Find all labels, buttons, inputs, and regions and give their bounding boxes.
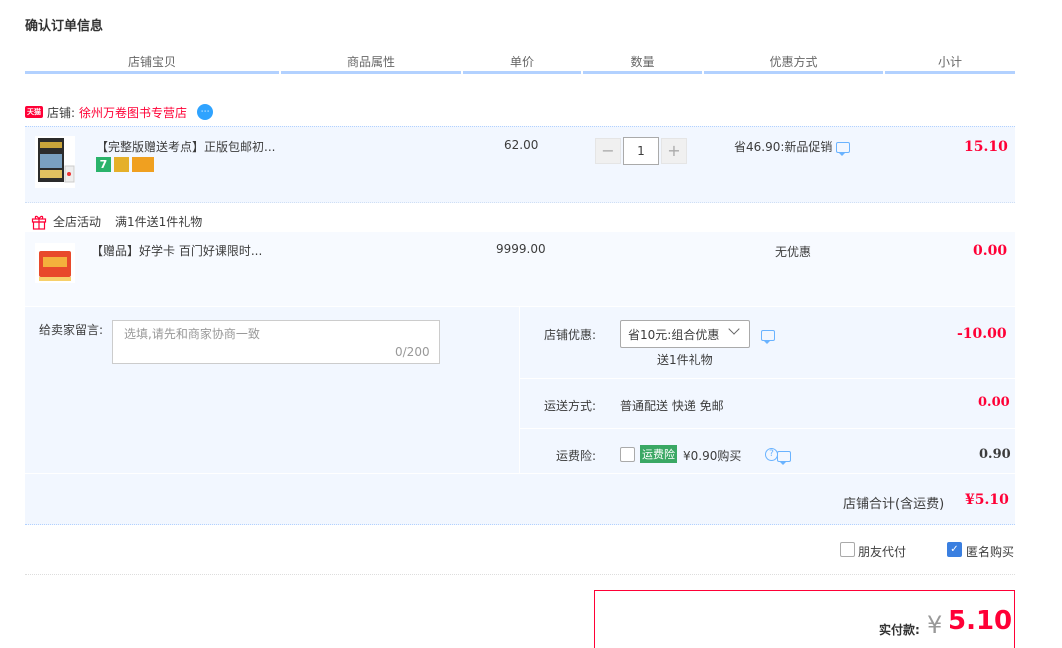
panel-divider bbox=[25, 473, 1015, 474]
unit-price: 62.00 bbox=[504, 138, 539, 152]
shop-discount-amount: -10.00 bbox=[957, 326, 1007, 342]
discount-info-icon[interactable] bbox=[761, 330, 775, 344]
shop-row: 天猫 店铺: 徐州万卷图书专营店 ⋯ bbox=[25, 102, 214, 122]
gift-subtotal: 0.00 bbox=[973, 243, 1008, 259]
message-label: 给卖家留言: bbox=[39, 323, 104, 337]
tmall-badge-icon: 天猫 bbox=[25, 106, 43, 118]
shop-discount-note: 送1件礼物 bbox=[657, 353, 713, 367]
message-placeholder: 选填,请先和商家协商一致 bbox=[124, 327, 260, 341]
divider bbox=[25, 574, 1015, 575]
header-subtotal: 小计 bbox=[885, 52, 1015, 74]
table-header: 店铺宝贝 商品属性 单价 数量 优惠方式 小计 bbox=[25, 52, 1015, 74]
anonymous-label: 匿名购买 bbox=[966, 545, 1015, 559]
insurance-desc: ¥0.90购买 bbox=[683, 449, 742, 463]
insurance-checkbox[interactable] bbox=[620, 447, 635, 462]
page-title: 确认订单信息 bbox=[25, 19, 104, 34]
product-thumbnail[interactable] bbox=[35, 136, 75, 191]
gift-thumbnail[interactable] bbox=[35, 243, 75, 286]
gift-promo: 无优惠 bbox=[775, 245, 812, 259]
insurance-label: 运费险: bbox=[556, 449, 597, 463]
shop-name-link[interactable]: 徐州万卷图书专营店 bbox=[79, 104, 187, 121]
quantity-stepper: − 1 + bbox=[595, 137, 687, 165]
item-subtotal: 15.10 bbox=[964, 139, 1008, 155]
shop-discount-selected: 省10元:组合优惠 bbox=[628, 328, 720, 342]
quantity-input[interactable]: 1 bbox=[623, 137, 659, 165]
panel-divider bbox=[519, 307, 520, 473]
shop-discount-label: 店铺优惠: bbox=[544, 328, 597, 342]
panel-divider bbox=[520, 428, 1015, 429]
promo-info-icon[interactable] bbox=[836, 142, 851, 156]
promo-text: 省46.90:新品促销 bbox=[734, 138, 851, 156]
shop-label: 店铺: bbox=[47, 105, 76, 120]
header-unit-price: 单价 bbox=[463, 52, 581, 74]
payment-currency: ¥ bbox=[927, 611, 943, 639]
chat-bubble-icon[interactable]: ⋯ bbox=[197, 104, 214, 120]
header-discount: 优惠方式 bbox=[704, 52, 883, 74]
service-icons: 7 bbox=[96, 157, 154, 172]
payment-label: 实付款: bbox=[879, 623, 920, 637]
gift-unit-price: 9999.00 bbox=[496, 242, 546, 256]
panel-divider bbox=[520, 378, 1015, 379]
insurance-amount: 0.90 bbox=[979, 447, 1011, 462]
insurance-chat-icon[interactable] bbox=[776, 451, 791, 465]
friend-pay-label: 朋友代付 bbox=[858, 545, 907, 559]
quantity-increase-button[interactable]: + bbox=[661, 138, 687, 164]
activity-label: 全店活动 bbox=[53, 215, 102, 229]
guarantee-icon[interactable] bbox=[114, 157, 129, 172]
gift-title-link[interactable]: 【赠品】好学卡 百门好课限时... bbox=[91, 242, 262, 259]
anonymous-checkbox[interactable]: ✓ bbox=[947, 542, 962, 557]
shipping-label: 运送方式: bbox=[544, 399, 597, 413]
shipping-amount: 0.00 bbox=[978, 395, 1010, 410]
activity-desc: 满1件送1件礼物 bbox=[115, 215, 203, 229]
message-char-count: 0/200 bbox=[395, 345, 430, 359]
gift-icon bbox=[31, 215, 47, 230]
shipping-method: 普通配送 快递 免邮 bbox=[620, 399, 724, 413]
help-icon[interactable]: ? bbox=[765, 448, 778, 461]
header-shop-items: 店铺宝贝 bbox=[25, 52, 279, 74]
shop-activity-row: 全店活动 满1件送1件礼物 bbox=[31, 213, 202, 230]
quantity-decrease-button[interactable]: − bbox=[595, 138, 621, 164]
shop-total-label: 店铺合计(含运费) bbox=[843, 497, 945, 512]
credit-card-icon[interactable] bbox=[132, 157, 154, 172]
payment-amount: 5.10 bbox=[948, 606, 1013, 636]
header-quantity: 数量 bbox=[583, 52, 702, 74]
promo-label: 省46.90:新品促销 bbox=[734, 140, 833, 154]
header-attributes: 商品属性 bbox=[281, 52, 461, 74]
insurance-tag: 运费险 bbox=[640, 445, 677, 463]
shop-total-amount: ¥5.10 bbox=[965, 492, 1009, 508]
friend-pay-checkbox[interactable] bbox=[840, 542, 855, 557]
7-day-return-icon[interactable]: 7 bbox=[96, 157, 111, 172]
product-title-link[interactable]: 【完整版赠送考点】正版包邮初... bbox=[96, 138, 275, 155]
